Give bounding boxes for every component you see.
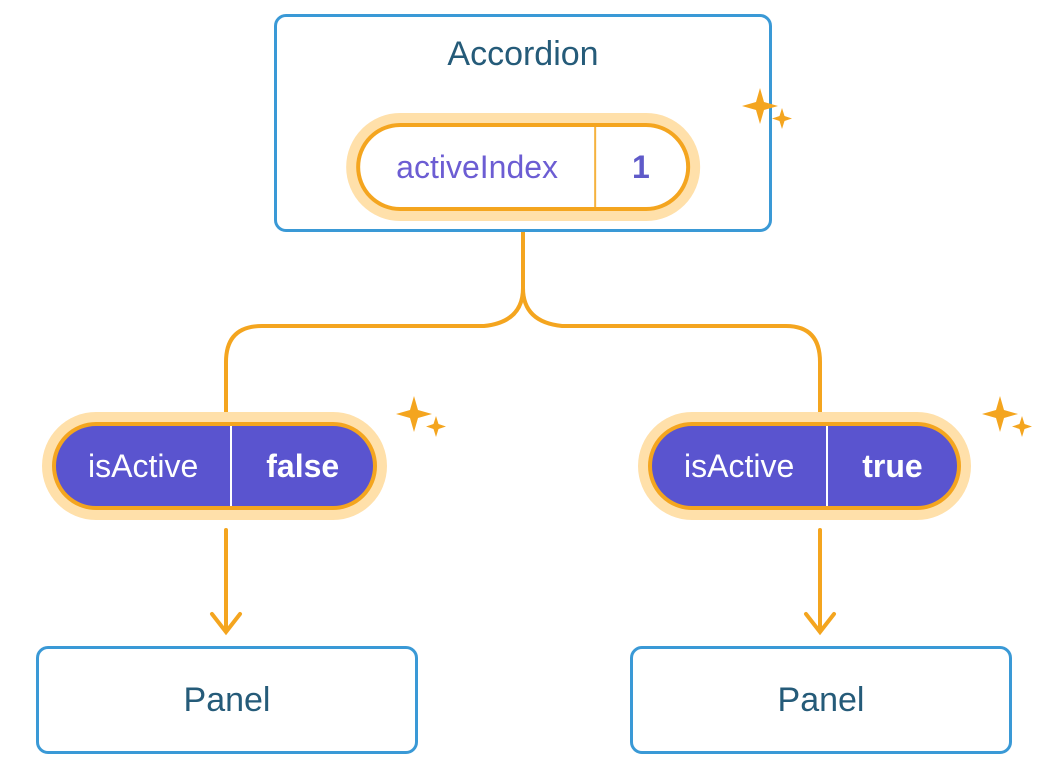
prop-key-right: isActive bbox=[652, 426, 828, 506]
sparkle-icon bbox=[394, 394, 450, 455]
diagram-stage: Accordion activeIndex 1 isActive false bbox=[0, 0, 1042, 770]
prop-key-left: isActive bbox=[56, 426, 232, 506]
accordion-node: Accordion activeIndex 1 bbox=[274, 14, 772, 232]
state-pill: activeIndex 1 bbox=[356, 123, 690, 211]
prop-pill-left-halo: isActive false bbox=[42, 412, 387, 520]
sparkle-icon bbox=[740, 86, 796, 147]
panel-label-right: Panel bbox=[778, 681, 865, 720]
sparkle-icon bbox=[980, 394, 1036, 455]
state-pill-wrap: activeIndex 1 bbox=[346, 113, 700, 221]
panel-label-left: Panel bbox=[184, 681, 271, 720]
panel-node-left: Panel bbox=[36, 646, 418, 754]
prop-pill-left: isActive false bbox=[52, 422, 377, 510]
prop-pill-right-wrap: isActive true bbox=[638, 412, 971, 520]
prop-val-right: true bbox=[828, 426, 956, 506]
prop-pill-left-wrap: isActive false bbox=[42, 412, 387, 520]
accordion-title: Accordion bbox=[277, 35, 769, 74]
prop-pill-right: isActive true bbox=[648, 422, 961, 510]
panel-node-right: Panel bbox=[630, 646, 1012, 754]
state-pill-halo: activeIndex 1 bbox=[346, 113, 700, 221]
prop-pill-right-halo: isActive true bbox=[638, 412, 971, 520]
state-value: 1 bbox=[596, 127, 686, 207]
state-key: activeIndex bbox=[360, 127, 596, 207]
prop-val-left: false bbox=[232, 426, 373, 506]
